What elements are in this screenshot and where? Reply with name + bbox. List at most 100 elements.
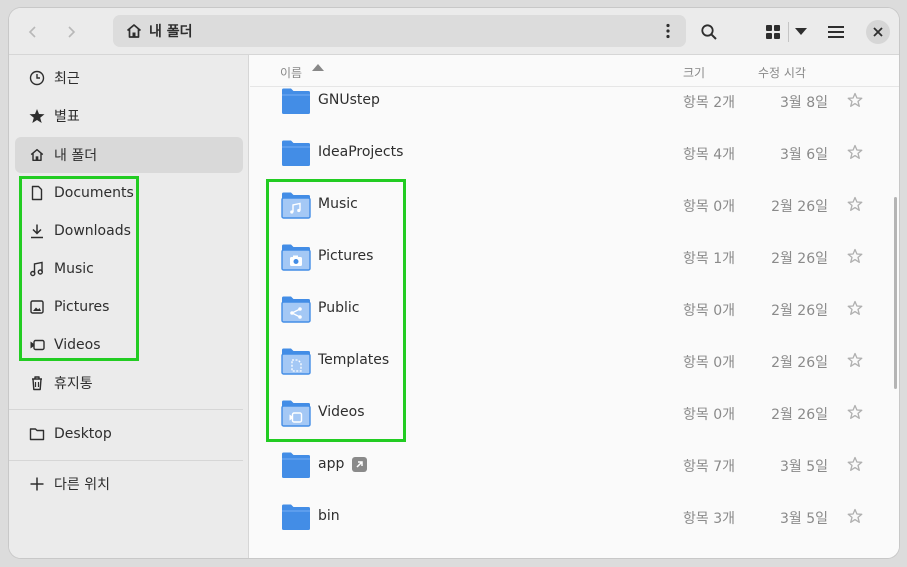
file-row[interactable]: Public 항목 0개 2월 26일 — [250, 284, 890, 336]
sidebar-item-documents[interactable]: Documents — [15, 175, 243, 211]
sidebar-item-label: 다른 위치 — [54, 477, 110, 493]
sidebar-item-label: Music — [54, 261, 94, 277]
file-manager-window: 내 폴더 최근 별표 내 폴더 Documents Downloads Musi… — [9, 8, 899, 558]
download-icon — [28, 222, 46, 240]
file-size: 항목 0개 — [683, 199, 735, 215]
folder-icon — [281, 244, 311, 271]
search-button[interactable] — [695, 16, 723, 48]
picture-icon — [28, 298, 46, 316]
file-name: Public — [318, 300, 359, 316]
chevron-right-icon — [68, 26, 76, 38]
sidebar-item-label: 내 폴더 — [54, 148, 98, 164]
sidebar-item-recent[interactable]: 최근 — [15, 60, 243, 96]
star-icon[interactable] — [846, 403, 864, 421]
file-row[interactable]: Videos 항목 0개 2월 26일 — [250, 388, 890, 440]
file-row[interactable]: Templates 항목 0개 2월 26일 — [250, 336, 890, 388]
file-row[interactable]: Pictures 항목 1개 2월 26일 — [250, 232, 890, 284]
file-date: 2월 26일 — [771, 355, 828, 371]
plus-icon — [28, 475, 46, 493]
sidebar-item-label: Desktop — [54, 426, 112, 442]
file-date: 3월 6일 — [779, 147, 828, 163]
file-size: 항목 4개 — [683, 147, 735, 163]
star-icon[interactable] — [846, 351, 864, 369]
folder-icon — [282, 452, 310, 478]
file-list: 이름 크기 수정 시각 GNUstep 항목 2개 3월 8일 IdeaProject… — [250, 55, 899, 558]
sidebar-item-pictures[interactable]: Pictures — [15, 289, 243, 325]
star-icon[interactable] — [846, 143, 864, 161]
file-size: 항목 2개 — [683, 95, 735, 111]
file-name: Pictures — [318, 248, 373, 264]
search-icon — [701, 24, 717, 40]
sidebar-item-label: Pictures — [54, 299, 110, 315]
file-row[interactable]: GNUstep 항목 2개 3월 8일 — [250, 76, 890, 128]
hamburger-icon — [828, 26, 844, 38]
grid-view-icon — [766, 25, 780, 39]
file-size: 항목 0개 — [683, 407, 735, 423]
back-button[interactable] — [21, 16, 45, 48]
file-row[interactable]: IdeaProjects 항목 4개 3월 6일 — [250, 128, 890, 180]
document-icon — [28, 184, 46, 202]
file-date: 3월 5일 — [779, 511, 828, 527]
file-row[interactable]: app 항목 7개 3월 5일 — [250, 440, 890, 492]
sidebar-item-home[interactable]: 내 폴더 — [15, 137, 243, 173]
folder-icon — [281, 400, 311, 427]
file-date: 3월 5일 — [779, 459, 828, 475]
sidebar-item-starred[interactable]: 별표 — [15, 98, 243, 134]
star-icon[interactable] — [846, 507, 864, 525]
star-icon — [28, 107, 46, 125]
view-dropdown-button[interactable] — [791, 16, 811, 48]
sidebar-item-other-locations[interactable]: 다른 위치 — [15, 466, 243, 502]
sidebar-item-videos[interactable]: Videos — [15, 327, 243, 363]
sidebar-item-trash[interactable]: 휴지통 — [15, 365, 243, 401]
file-name-text: Music — [318, 196, 358, 212]
scrollbar[interactable] — [894, 197, 897, 389]
forward-button[interactable] — [59, 16, 83, 48]
file-size: 항목 0개 — [683, 355, 735, 371]
file-row[interactable]: Music 항목 0개 2월 26일 — [250, 180, 890, 232]
folder-icon — [28, 425, 46, 443]
file-size: 항목 7개 — [683, 459, 735, 475]
star-icon[interactable] — [846, 299, 864, 317]
video-icon — [28, 336, 46, 354]
symlink-icon — [352, 456, 368, 472]
main-menu-button[interactable] — [824, 16, 848, 48]
sidebar-item-label: Documents — [54, 185, 134, 201]
file-date: 3월 8일 — [779, 95, 828, 111]
close-button[interactable] — [866, 20, 890, 44]
sidebar: 최근 별표 내 폴더 Documents Downloads Music Pic… — [9, 55, 249, 558]
file-name-text: Public — [318, 300, 360, 316]
file-size: 항목 3개 — [683, 511, 735, 527]
path-bar[interactable]: 내 폴더 — [113, 15, 686, 47]
path-label: 내 폴더 — [149, 24, 193, 40]
star-icon[interactable] — [846, 91, 864, 109]
sidebar-item-music[interactable]: Music — [15, 251, 243, 287]
sidebar-divider — [9, 460, 243, 461]
star-icon[interactable] — [846, 455, 864, 473]
kebab-icon[interactable] — [660, 22, 676, 40]
music-icon — [28, 260, 46, 278]
clock-icon — [28, 69, 46, 87]
home-icon — [28, 146, 46, 164]
file-name-text: Templates — [318, 352, 390, 368]
sidebar-item-label: 별표 — [54, 109, 80, 125]
chevron-left-icon — [28, 26, 36, 38]
sidebar-item-desktop[interactable]: Desktop — [15, 416, 243, 452]
sidebar-item-downloads[interactable]: Downloads — [15, 213, 243, 249]
folder-icon — [281, 348, 311, 375]
view-separator — [788, 22, 789, 42]
star-icon[interactable] — [846, 195, 864, 213]
sidebar-item-label: 휴지통 — [54, 376, 93, 392]
star-icon[interactable] — [846, 247, 864, 265]
folder-icon — [282, 88, 310, 114]
file-name-text: bin — [318, 508, 340, 524]
close-icon — [873, 27, 883, 37]
home-icon — [125, 22, 143, 40]
file-row[interactable]: bin 항목 3개 3월 5일 — [250, 492, 890, 544]
folder-icon — [281, 296, 311, 323]
file-name-text: IdeaProjects — [318, 144, 404, 160]
file-name: GNUstep — [318, 92, 380, 108]
file-date: 2월 26일 — [771, 251, 828, 267]
file-date: 2월 26일 — [771, 407, 828, 423]
file-name-text: Pictures — [318, 248, 374, 264]
view-button[interactable] — [761, 16, 785, 48]
